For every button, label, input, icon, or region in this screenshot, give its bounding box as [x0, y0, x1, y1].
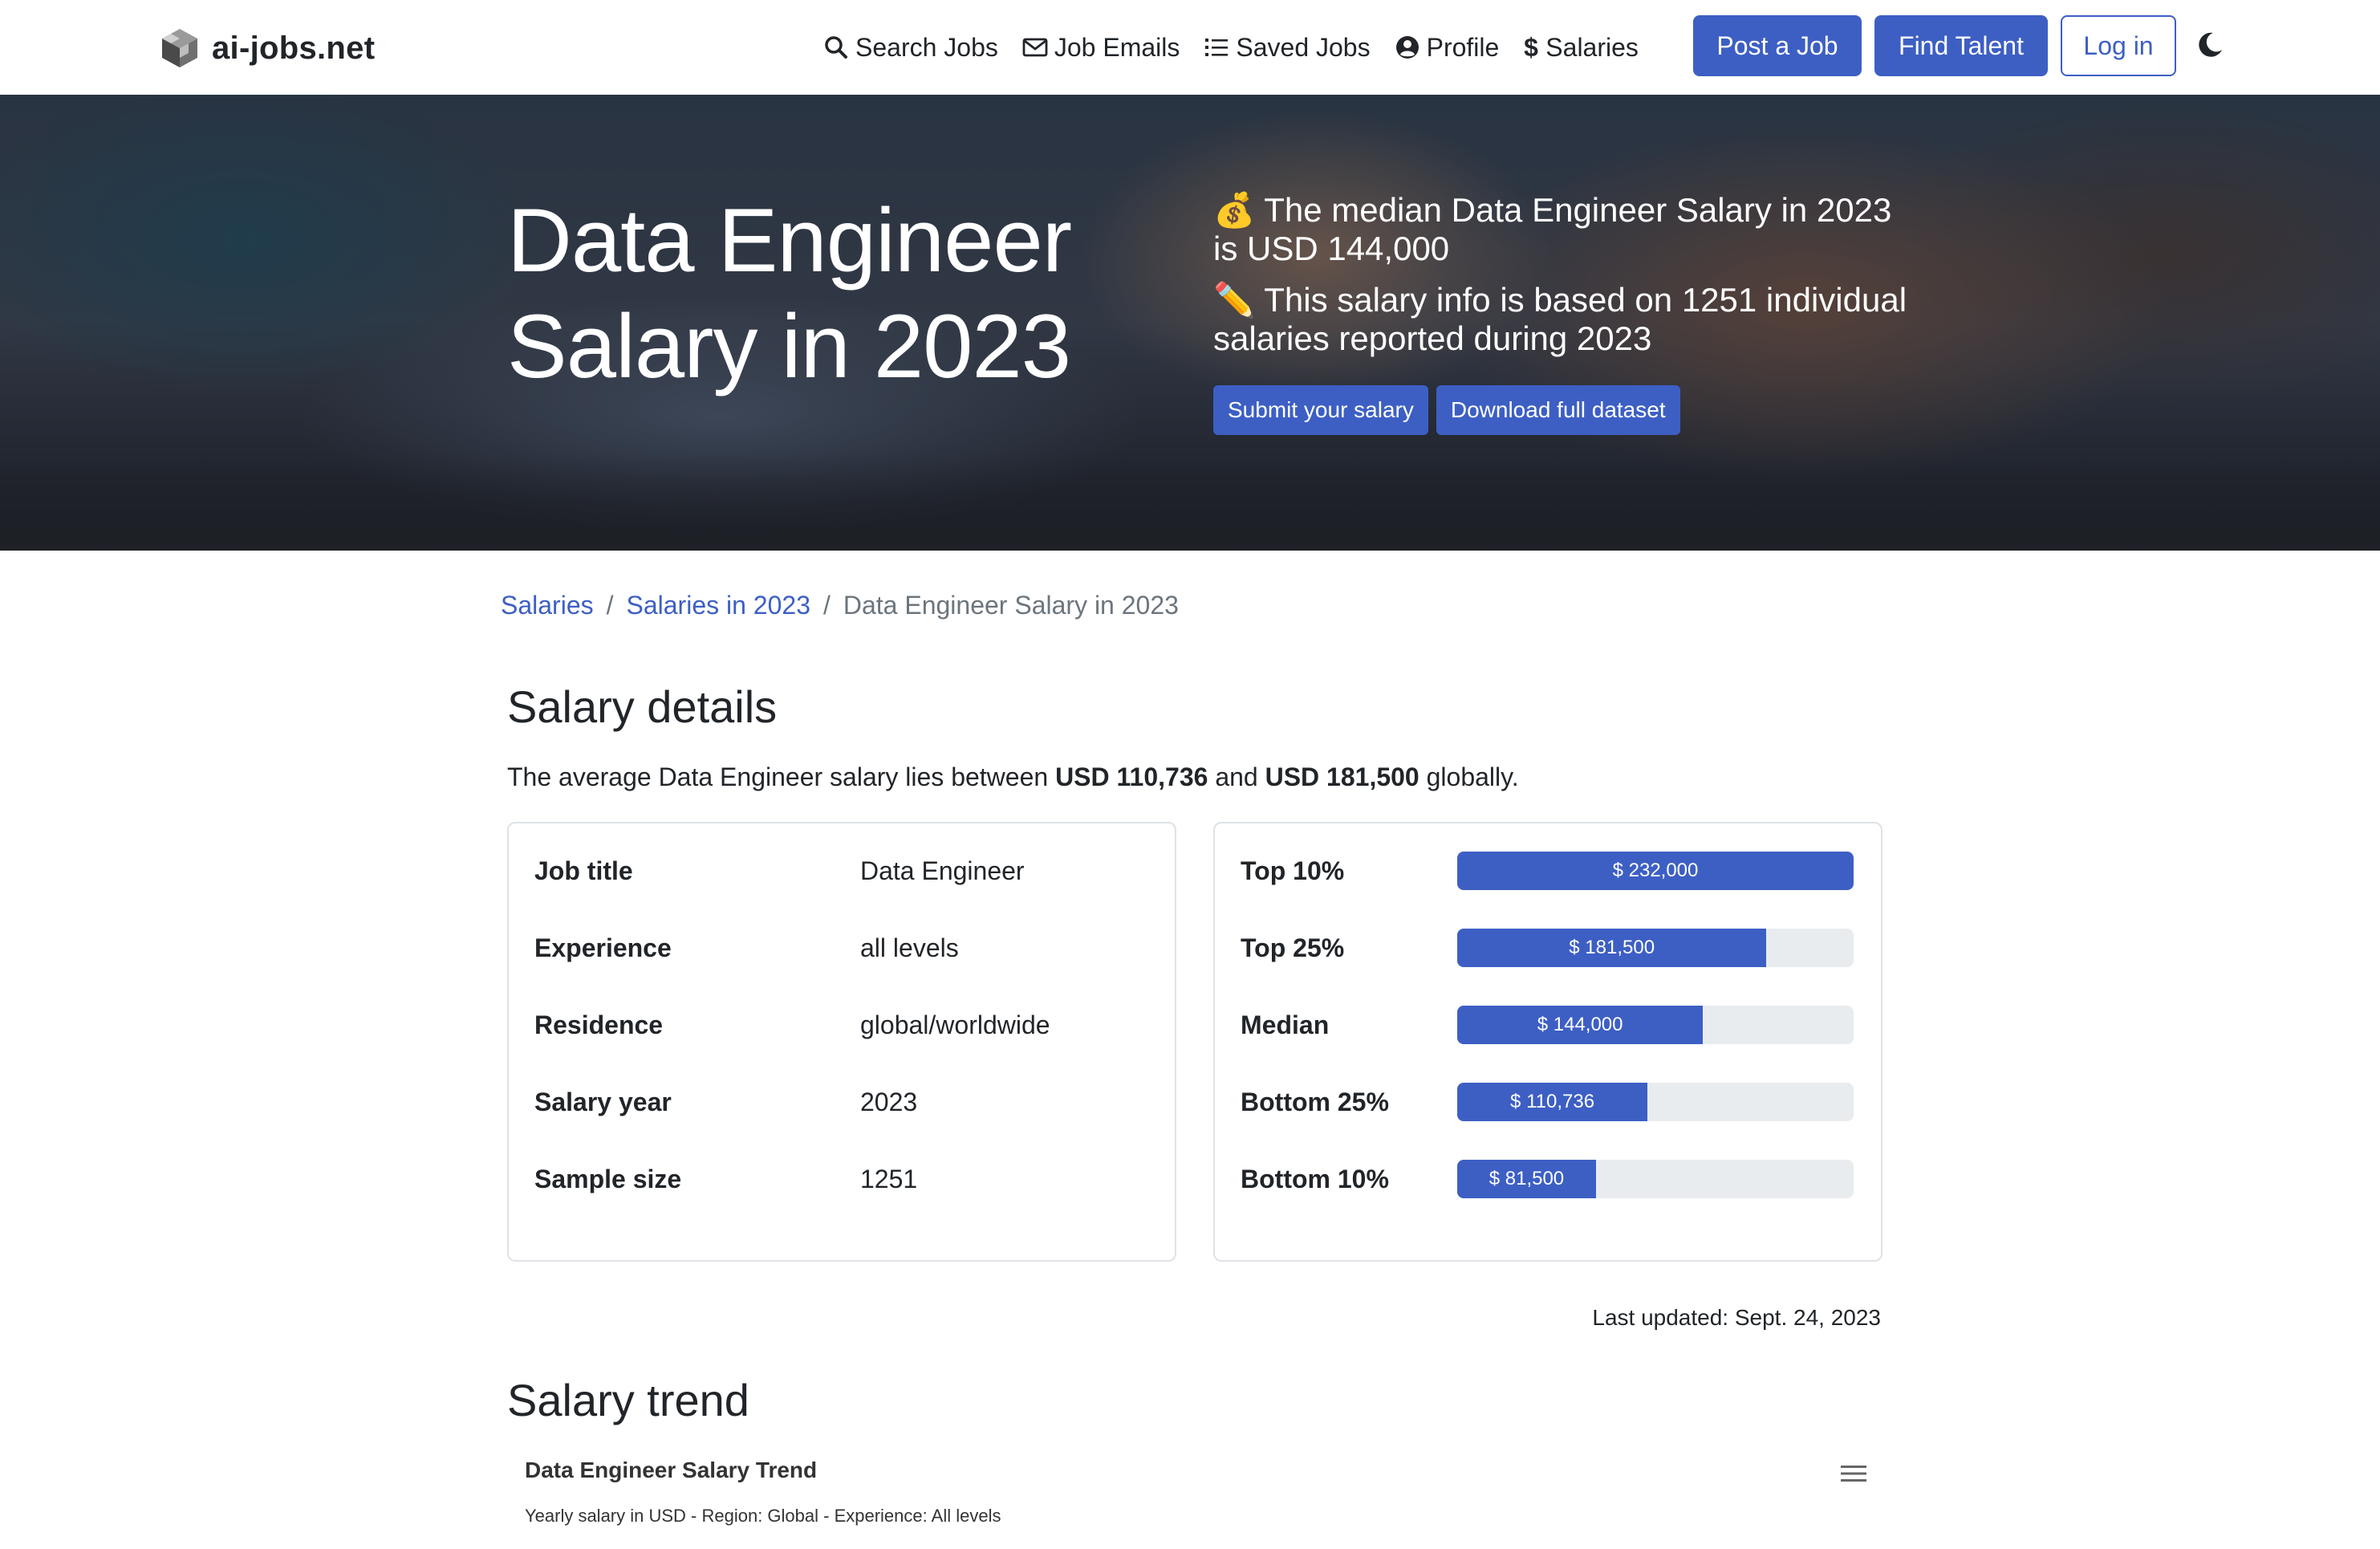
breadcrumb: Salaries / Salaries in 2023 / Data Engin…: [501, 591, 1179, 620]
percentile-bar-track: $ 110,736: [1457, 1083, 1854, 1121]
pencil-icon: ✏️: [1213, 281, 1256, 319]
detail-value: all levels: [860, 933, 959, 962]
detail-row-residence: Residence global/worldwide: [534, 1005, 1050, 1045]
detail-value: 2023: [860, 1087, 918, 1116]
nav-search-jobs[interactable]: Search Jobs: [823, 33, 998, 63]
percentile-row-bottom-25: Bottom 25% $ 110,736: [1241, 1082, 1854, 1122]
percentile-label: Bottom 10%: [1241, 1164, 1389, 1193]
hero-info: 💰 The median Data Engineer Salary in 202…: [1213, 191, 1919, 371]
money-bag-icon: 💰: [1213, 191, 1256, 229]
find-talent-button[interactable]: Find Talent: [1874, 15, 2048, 76]
submit-salary-button[interactable]: Submit your salary: [1213, 385, 1428, 435]
detail-value: 1251: [860, 1164, 918, 1193]
summary-high: USD 181,500: [1265, 762, 1419, 791]
detail-row-experience: Experience all levels: [534, 928, 959, 968]
breadcrumb-separator: /: [606, 591, 614, 620]
percentile-label: Top 10%: [1241, 856, 1345, 885]
summary-pre: The average Data Engineer salary lies be…: [507, 762, 1056, 791]
percentile-label: Top 25%: [1241, 933, 1345, 962]
details-card: Job title Data Engineer Experience all l…: [507, 822, 1176, 1262]
detail-row-salary-year: Salary year 2023: [534, 1082, 917, 1122]
hero-actions: Submit your salary Download full dataset: [1213, 385, 1688, 435]
nav-profile-label: Profile: [1426, 32, 1500, 62]
basis-text-post: salaries reported during 2023: [1213, 319, 1652, 357]
hero-bottom-fade: [0, 454, 2380, 551]
median-text: The median Data Engineer Salary in 2023 …: [1213, 191, 1892, 267]
percentile-bar-fill: $ 81,500: [1457, 1160, 1596, 1198]
detail-label: Sample size: [534, 1164, 682, 1193]
summary-post: globally.: [1419, 762, 1519, 791]
percentile-bar-track: $ 181,500: [1457, 929, 1854, 967]
page-title: Data Engineer Salary in 2023: [507, 190, 1072, 396]
detail-row-sample-size: Sample size 1251: [534, 1159, 917, 1199]
detail-label: Residence: [534, 1010, 664, 1039]
detail-label: Experience: [534, 933, 672, 962]
hamburger-menu-icon[interactable]: [1839, 1462, 1868, 1485]
nav-salaries[interactable]: $ Salaries: [1523, 33, 1639, 63]
nav-links: Search Jobs Job Emails Saved Jobs Profil…: [823, 22, 1663, 72]
nav-profile[interactable]: Profile: [1395, 32, 1500, 63]
basis-text-bold: 1251 individual: [1681, 281, 1907, 319]
search-icon: [825, 36, 847, 59]
navbar: ai-jobs.net Search Jobs Job Emails Saved…: [0, 0, 2380, 95]
percentile-bar-track: $ 232,000: [1457, 852, 1854, 890]
summary-mid: and: [1208, 762, 1265, 791]
nav-salaries-label: Salaries: [1545, 32, 1639, 62]
brand-name: ai-jobs.net: [212, 30, 376, 66]
moon-icon[interactable]: [2195, 30, 2224, 59]
breadcrumb-salaries-2023[interactable]: Salaries in 2023: [627, 591, 810, 620]
percentile-label: Bottom 25%: [1241, 1087, 1389, 1116]
percentile-bar-fill: $ 181,500: [1457, 929, 1767, 967]
nav-search-jobs-label: Search Jobs: [855, 32, 998, 62]
breadcrumb-salaries[interactable]: Salaries: [501, 591, 594, 620]
svg-text:$: $: [1524, 35, 1538, 60]
user-circle-icon: [1395, 36, 1419, 59]
median-line: 💰 The median Data Engineer Salary in 202…: [1213, 191, 1919, 268]
basis-line: ✏️ This salary info is based on 1251 ind…: [1213, 281, 1919, 358]
list-icon: [1205, 39, 1229, 56]
detail-row-job-title: Job title Data Engineer: [534, 851, 1025, 891]
percentile-bar-track: $ 144,000: [1457, 1006, 1854, 1044]
login-button[interactable]: Log in: [2061, 15, 2176, 76]
percentile-row-top-10: Top 10% $ 232,000: [1241, 851, 1854, 891]
percentile-bar-fill: $ 232,000: [1457, 852, 1854, 890]
dollar-icon: $: [1524, 35, 1538, 60]
percentile-bar-fill: $ 144,000: [1457, 1006, 1704, 1044]
cube-logo-icon: [162, 29, 197, 67]
percentile-bar-fill: $ 110,736: [1457, 1083, 1648, 1121]
salary-details-heading: Salary details: [507, 681, 778, 732]
detail-label: Salary year: [534, 1087, 672, 1116]
nav-saved-jobs-label: Saved Jobs: [1236, 32, 1371, 62]
percentile-row-bottom-10: Bottom 10% $ 81,500: [1241, 1159, 1854, 1199]
nav-saved-jobs[interactable]: Saved Jobs: [1204, 32, 1371, 63]
percentile-row-top-25: Top 25% $ 181,500: [1241, 928, 1854, 968]
percentile-label: Median: [1241, 1010, 1330, 1039]
hero-banner: Data Engineer Salary in 2023 💰 The media…: [0, 95, 2380, 551]
breadcrumb-separator: /: [822, 591, 831, 620]
basis-text-pre: This salary info is based on: [1264, 281, 1682, 319]
chart-title: Data Engineer Salary Trend: [525, 1458, 818, 1482]
brand-link[interactable]: ai-jobs.net: [157, 24, 375, 72]
detail-value: Data Engineer: [860, 856, 1025, 885]
percentile-row-median: Median $ 144,000: [1241, 1005, 1854, 1045]
download-dataset-button[interactable]: Download full dataset: [1436, 385, 1680, 435]
post-job-button[interactable]: Post a Job: [1693, 15, 1862, 76]
detail-value: global/worldwide: [860, 1010, 1050, 1039]
salary-trend-heading: Salary trend: [507, 1375, 749, 1425]
nav-job-emails-label: Job Emails: [1054, 32, 1180, 62]
chart-subtitle: Yearly salary in USD - Region: Global - …: [525, 1506, 1001, 1526]
percentiles-card: Top 10% $ 232,000 Top 25% $ 181,500 Medi…: [1213, 822, 1882, 1262]
nav-job-emails[interactable]: Job Emails: [1022, 33, 1180, 63]
breadcrumb-current: Data Engineer Salary in 2023: [843, 591, 1179, 620]
percentile-bar-track: $ 81,500: [1457, 1160, 1854, 1198]
salary-summary: The average Data Engineer salary lies be…: [507, 762, 1519, 792]
last-updated: Last updated: Sept. 24, 2023: [1592, 1305, 1881, 1330]
envelope-icon: [1022, 38, 1048, 57]
summary-low: USD 110,736: [1055, 762, 1208, 791]
detail-label: Job title: [534, 856, 633, 885]
